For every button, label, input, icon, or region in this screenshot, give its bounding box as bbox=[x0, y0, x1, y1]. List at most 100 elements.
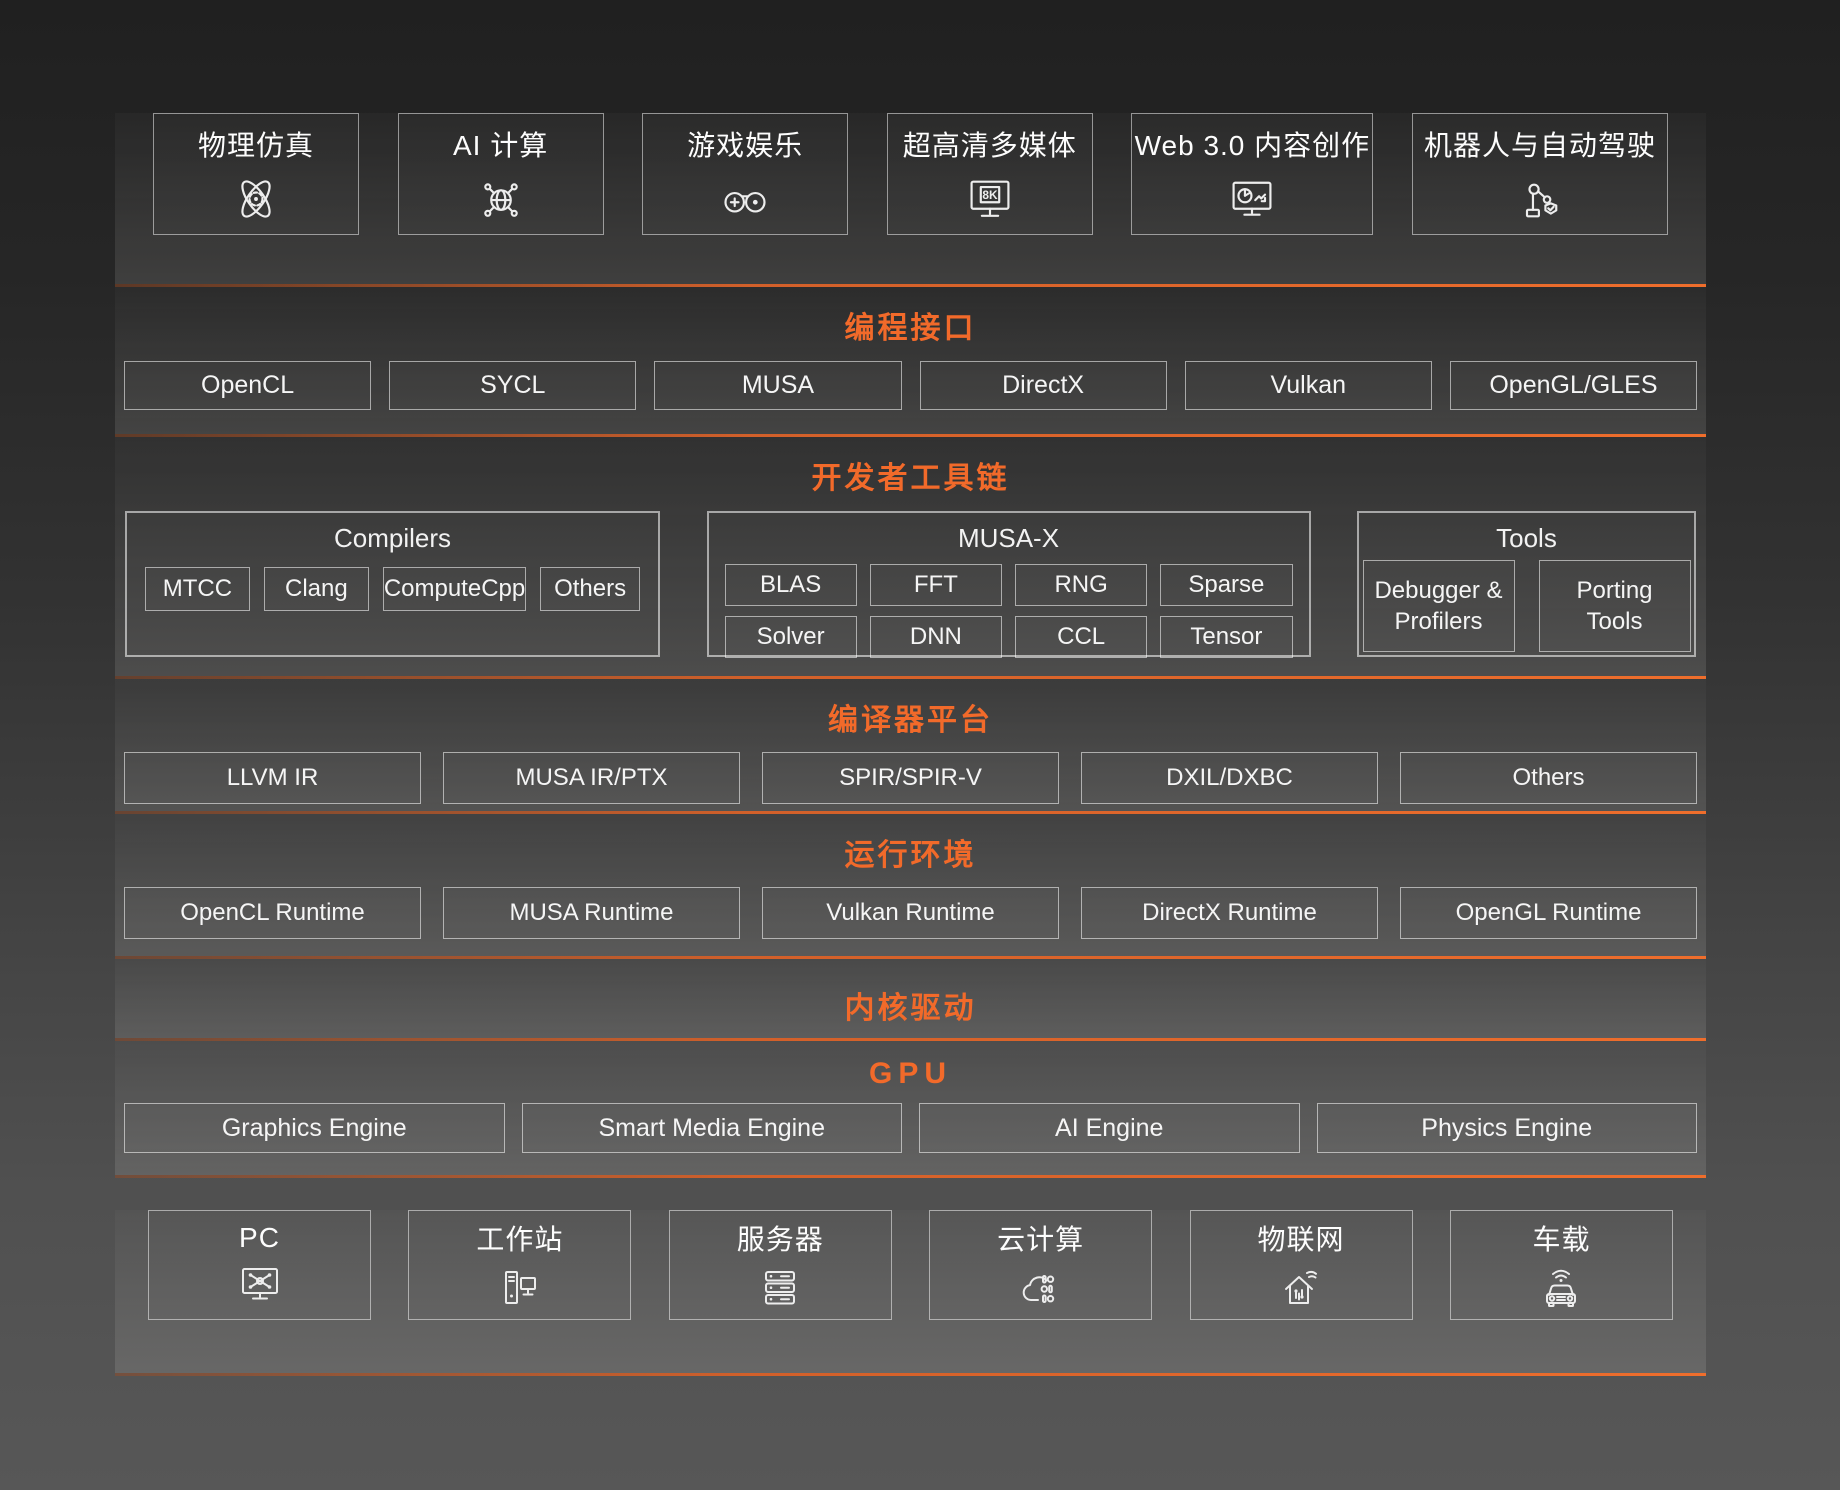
section-title: GPU bbox=[115, 1041, 1706, 1091]
section-title: 运行环境 bbox=[115, 814, 1706, 874]
app-label: 游戏娱乐 bbox=[687, 124, 803, 164]
device-box-workstation: 工作站 bbox=[408, 1210, 631, 1320]
device-label: 车载 bbox=[1532, 1218, 1590, 1258]
runtime-box: OpenGL Runtime bbox=[1400, 887, 1697, 939]
section-developer-toolchain: 开发者工具链 Compilers MTCC Clang ComputeCpp O… bbox=[115, 437, 1706, 679]
engine-box: Smart Media Engine bbox=[522, 1103, 903, 1153]
runtime-box: Vulkan Runtime bbox=[762, 887, 1059, 939]
gamepad-icon bbox=[719, 173, 771, 225]
device-box-cloud-computing: 云计算 bbox=[929, 1210, 1152, 1320]
toolchain-groups-row: Compilers MTCC Clang ComputeCpp Others M… bbox=[115, 511, 1706, 657]
section-title: 编程接口 bbox=[115, 287, 1706, 347]
section-programming-interfaces: 编程接口 OpenCL SYCL MUSA DirectX Vulkan Ope… bbox=[115, 287, 1706, 437]
api-box: OpenGL/GLES bbox=[1450, 361, 1697, 410]
programming-interfaces-row: OpenCL SYCL MUSA DirectX Vulkan OpenGL/G… bbox=[115, 361, 1706, 410]
device-box-server: 服务器 bbox=[669, 1210, 892, 1320]
runtime-box: OpenCL Runtime bbox=[124, 887, 421, 939]
app-label: 物理仿真 bbox=[198, 124, 314, 164]
robot-arm-icon bbox=[1514, 173, 1566, 225]
ir-box: LLVM IR bbox=[124, 752, 421, 804]
runtime-row: OpenCL Runtime MUSA Runtime Vulkan Runti… bbox=[115, 887, 1706, 939]
section-gpu: GPU Graphics Engine Smart Media Engine A… bbox=[115, 1041, 1706, 1178]
engine-box: AI Engine bbox=[919, 1103, 1300, 1153]
api-box: SYCL bbox=[389, 361, 636, 410]
atom-icon bbox=[230, 173, 282, 225]
runtime-box: MUSA Runtime bbox=[443, 887, 740, 939]
ir-box: SPIR/SPIR-V bbox=[762, 752, 1059, 804]
section-title: 开发者工具链 bbox=[115, 437, 1706, 497]
compiler-box: Clang bbox=[264, 567, 369, 611]
musa-architecture-diagram: 物理仿真 AI 计算 bbox=[115, 95, 1706, 1376]
app-box-uhd-multimedia: 超高清多媒体 8K bbox=[887, 113, 1093, 235]
app-label: AI 计算 bbox=[453, 124, 548, 164]
section-title: 编译器平台 bbox=[115, 679, 1706, 739]
device-label: 云计算 bbox=[997, 1218, 1084, 1258]
ir-box: Others bbox=[1400, 752, 1697, 804]
ir-box: MUSA IR/PTX bbox=[443, 752, 740, 804]
section-runtime-environment: 运行环境 OpenCL Runtime MUSA Runtime Vulkan … bbox=[115, 814, 1706, 959]
pc-icon bbox=[236, 1260, 284, 1308]
compilers-row: MTCC Clang ComputeCpp Others bbox=[127, 567, 658, 611]
api-box: Vulkan bbox=[1185, 361, 1432, 410]
device-box-pc: PC bbox=[148, 1210, 371, 1320]
monitor-8k-icon: 8K bbox=[964, 173, 1016, 225]
compiler-box: ComputeCpp bbox=[383, 567, 526, 611]
group-title: Compilers bbox=[127, 523, 658, 554]
engine-box: Graphics Engine bbox=[124, 1103, 505, 1153]
applications-row: 物理仿真 AI 计算 bbox=[115, 113, 1706, 235]
section-title: 内核驱动 bbox=[115, 959, 1706, 1027]
musa-x-group: MUSA-X BLAS FFT RNG Sparse Solver DNN CC… bbox=[707, 511, 1311, 657]
device-label: PC bbox=[239, 1222, 280, 1254]
compiler-box: Others bbox=[540, 567, 640, 611]
server-icon bbox=[756, 1264, 804, 1312]
gpu-engines-row: Graphics Engine Smart Media Engine AI En… bbox=[115, 1103, 1706, 1153]
api-box: OpenCL bbox=[124, 361, 371, 410]
library-box: RNG bbox=[1015, 564, 1147, 606]
compilers-group: Compilers MTCC Clang ComputeCpp Others bbox=[125, 511, 660, 657]
library-box: Sparse bbox=[1160, 564, 1292, 606]
musa-x-grid: BLAS FFT RNG Sparse Solver DNN CCL Tenso… bbox=[709, 564, 1309, 658]
connected-car-icon bbox=[1537, 1264, 1585, 1312]
library-box: CCL bbox=[1015, 616, 1147, 658]
tools-row: Debugger & Profilers Porting Tools bbox=[1359, 560, 1694, 652]
library-box: BLAS bbox=[725, 564, 857, 606]
app-box-physics-simulation: 物理仿真 bbox=[153, 113, 359, 235]
devices-row: PC 工作站 bbox=[115, 1210, 1706, 1320]
library-box: FFT bbox=[870, 564, 1002, 606]
group-title: Tools bbox=[1359, 523, 1694, 554]
group-title: MUSA-X bbox=[709, 523, 1309, 554]
api-box: MUSA bbox=[654, 361, 901, 410]
app-label: 机器人与自动驾驶 bbox=[1424, 124, 1656, 164]
applications-section: 物理仿真 AI 计算 bbox=[115, 113, 1706, 287]
app-box-ai-computing: AI 计算 bbox=[398, 113, 604, 235]
device-label: 工作站 bbox=[476, 1218, 563, 1258]
app-label: Web 3.0 内容创作 bbox=[1135, 124, 1371, 164]
compiler-platform-row: LLVM IR MUSA IR/PTX SPIR/SPIR-V DXIL/DXB… bbox=[115, 752, 1706, 804]
engine-box: Physics Engine bbox=[1317, 1103, 1698, 1153]
section-compiler-platform: 编译器平台 LLVM IR MUSA IR/PTX SPIR/SPIR-V DX… bbox=[115, 679, 1706, 814]
library-box: Solver bbox=[725, 616, 857, 658]
ir-box: DXIL/DXBC bbox=[1081, 752, 1378, 804]
tool-box: Debugger & Profilers bbox=[1363, 560, 1515, 652]
section-kernel-driver: 内核驱动 bbox=[115, 959, 1706, 1041]
library-box: Tensor bbox=[1160, 616, 1292, 658]
content-creation-icon bbox=[1226, 173, 1278, 225]
workstation-icon bbox=[496, 1264, 544, 1312]
svg-text:8K: 8K bbox=[982, 188, 998, 202]
app-box-robotics-autonomous: 机器人与自动驾驶 bbox=[1412, 113, 1668, 235]
device-label: 服务器 bbox=[737, 1218, 824, 1258]
ai-network-icon bbox=[475, 173, 527, 225]
library-box: DNN bbox=[870, 616, 1002, 658]
device-label: 物联网 bbox=[1258, 1218, 1345, 1258]
tool-box: Porting Tools bbox=[1539, 560, 1691, 652]
tools-group: Tools Debugger & Profilers Porting Tools bbox=[1357, 511, 1696, 657]
runtime-box: DirectX Runtime bbox=[1081, 887, 1378, 939]
app-box-gaming: 游戏娱乐 bbox=[642, 113, 848, 235]
app-label: 超高清多媒体 bbox=[903, 124, 1077, 164]
api-box: DirectX bbox=[920, 361, 1167, 410]
device-box-vehicle: 车载 bbox=[1450, 1210, 1673, 1320]
iot-icon bbox=[1277, 1264, 1325, 1312]
cloud-computing-icon bbox=[1017, 1264, 1065, 1312]
devices-section: PC 工作站 bbox=[115, 1210, 1706, 1376]
app-box-web3-content: Web 3.0 内容创作 bbox=[1131, 113, 1373, 235]
